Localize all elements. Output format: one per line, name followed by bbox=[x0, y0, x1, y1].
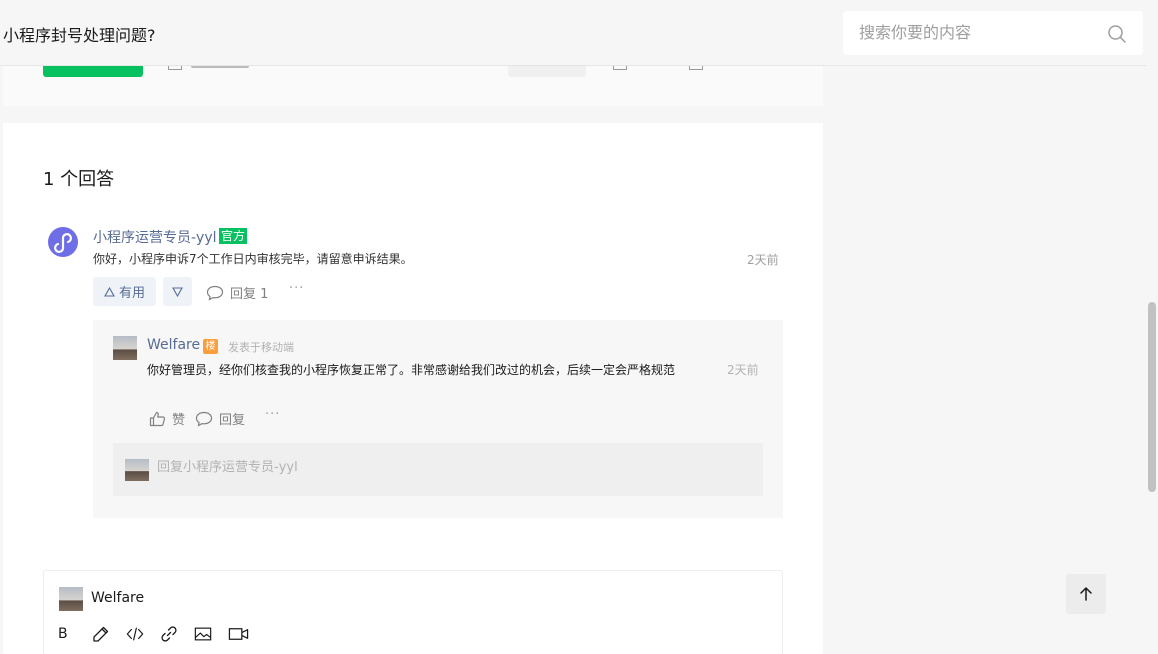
avatar[interactable] bbox=[48, 227, 78, 257]
answer-author[interactable]: 小程序运营专员-yyl bbox=[93, 227, 217, 247]
top-bar: 小程序封号处理问题? bbox=[0, 0, 1146, 66]
like-label: 赞 bbox=[172, 413, 186, 428]
comment-icon bbox=[195, 411, 213, 427]
reply-source: 发表于移动端 bbox=[228, 341, 294, 354]
reply-text: 你好管理员，经你们核查我的小程序恢复正常了。非常感谢给我们改过的机会，后续一定会… bbox=[147, 363, 676, 377]
link-icon bbox=[161, 626, 177, 642]
reply-author[interactable]: Welfare bbox=[147, 337, 200, 353]
reply-input-box[interactable] bbox=[113, 443, 763, 496]
scrollbar-thumb[interactable] bbox=[1148, 302, 1156, 492]
reply-input[interactable] bbox=[157, 460, 737, 475]
scroll-to-top-button[interactable] bbox=[1066, 574, 1106, 614]
nested-reply: Welfare 楼 发表于移动端 你好管理员，经你们核查我的小程序恢复正常了。非… bbox=[93, 320, 783, 518]
reply-label: 回复 1 bbox=[230, 287, 269, 302]
reply-time: 2天前 bbox=[727, 363, 759, 377]
code-button[interactable] bbox=[126, 624, 160, 644]
page-title: 小程序封号处理问题? bbox=[3, 26, 156, 45]
triangle-down-icon bbox=[172, 286, 183, 297]
comment-icon bbox=[206, 285, 224, 301]
owner-badge: 楼 bbox=[203, 339, 218, 354]
useful-label: 有用 bbox=[118, 286, 145, 301]
link-button[interactable] bbox=[160, 624, 194, 644]
avatar bbox=[125, 459, 149, 481]
miniprogram-logo-icon bbox=[54, 233, 72, 253]
official-badge: 官方 bbox=[219, 228, 248, 244]
answers-section: 1 个回答 小程序运营专员-yyl 官方 你好，小程序申诉7个工作日内审核完毕，… bbox=[3, 123, 823, 654]
like-button[interactable]: 赞 bbox=[149, 409, 185, 428]
answer-time: 2天前 bbox=[747, 253, 779, 267]
answers-count: 1 个回答 bbox=[43, 169, 115, 190]
thumbs-up-icon bbox=[149, 411, 166, 426]
more-icon[interactable]: ··· bbox=[289, 281, 304, 296]
avatar bbox=[59, 587, 83, 611]
search-icon[interactable] bbox=[1107, 24, 1127, 44]
video-icon bbox=[228, 628, 249, 640]
triangle-up-icon bbox=[104, 286, 115, 297]
code-icon bbox=[126, 627, 144, 641]
not-useful-button[interactable] bbox=[163, 277, 192, 306]
bold-icon: B bbox=[58, 626, 68, 642]
search-box[interactable] bbox=[843, 11, 1143, 55]
editor-username: Welfare bbox=[91, 590, 145, 606]
pen-icon bbox=[93, 626, 109, 642]
answer-text: 你好，小程序申诉7个工作日内审核完毕，请留意申诉结果。 bbox=[93, 252, 413, 266]
reply-button[interactable]: 回复 1 bbox=[206, 283, 268, 302]
useful-button[interactable]: 有用 bbox=[93, 277, 156, 306]
highlight-button[interactable] bbox=[92, 624, 126, 644]
answer-editor[interactable]: Welfare B bbox=[43, 570, 783, 654]
reply-button[interactable]: 回复 bbox=[195, 409, 245, 428]
image-icon bbox=[194, 627, 212, 641]
avatar[interactable] bbox=[113, 336, 137, 360]
more-icon[interactable]: ··· bbox=[265, 407, 280, 422]
image-button[interactable] bbox=[194, 624, 228, 644]
video-button[interactable] bbox=[228, 624, 262, 644]
search-input[interactable] bbox=[859, 23, 1099, 42]
reply-label: 回复 bbox=[219, 413, 246, 428]
arrow-up-icon bbox=[1080, 587, 1092, 601]
bold-button[interactable]: B bbox=[58, 624, 92, 644]
editor-toolbar: B bbox=[58, 624, 262, 644]
